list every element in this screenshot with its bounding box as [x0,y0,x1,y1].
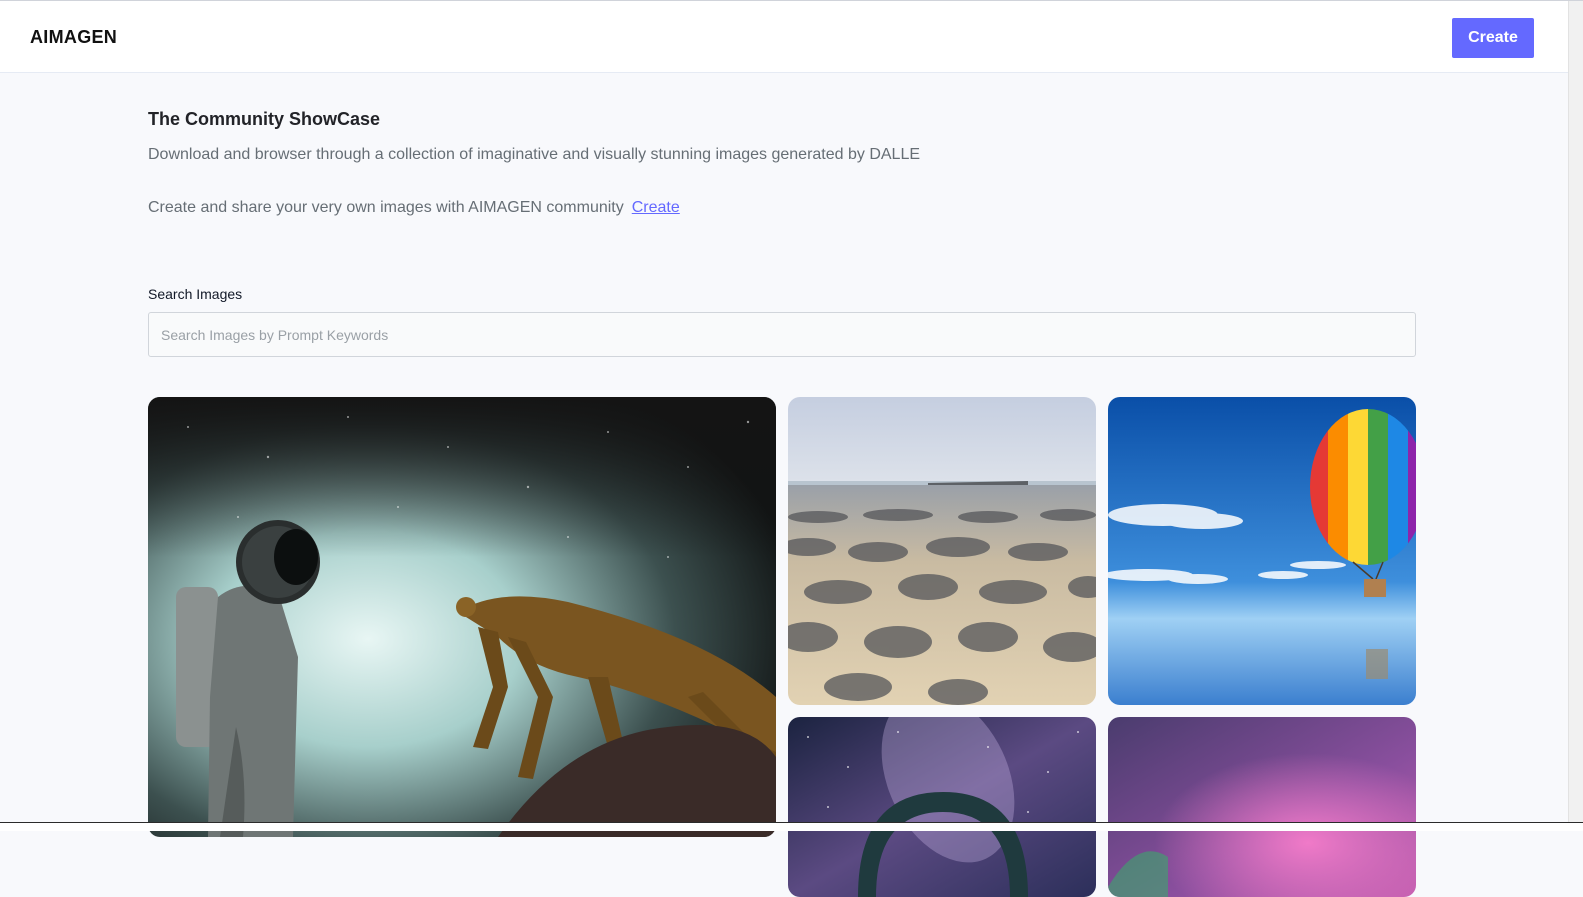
gallery-card-milkyway[interactable] [788,717,1096,897]
share-text: Create and share your very own images wi… [148,199,680,217]
gallery-card-beach[interactable] [788,397,1096,705]
gallery-card-astronaut[interactable] [148,397,776,837]
page-title: The Community ShowCase [148,109,381,129]
balloon-image [1108,397,1416,705]
gallery-card-balloon[interactable] [1108,397,1416,705]
aurora-image [1108,717,1416,897]
top-navbar: AIMAGEN Create [0,1,1568,73]
search-label: Search Images [148,286,243,302]
page-description: Download and browser through a collectio… [148,146,921,163]
window-bottom-edge [0,822,1583,831]
logo[interactable]: AIMAGEN [30,27,117,48]
search-input[interactable] [148,312,1416,357]
gallery-card-aurora[interactable] [1108,717,1416,897]
beach-image [788,397,1096,705]
create-link[interactable]: Create [632,199,680,216]
create-button[interactable]: Create [1452,18,1534,58]
milkyway-image [788,717,1096,897]
share-text-label: Create and share your very own images wi… [148,199,624,216]
astronaut-mantis-image [148,397,776,837]
scrollbar[interactable] [1568,1,1583,823]
